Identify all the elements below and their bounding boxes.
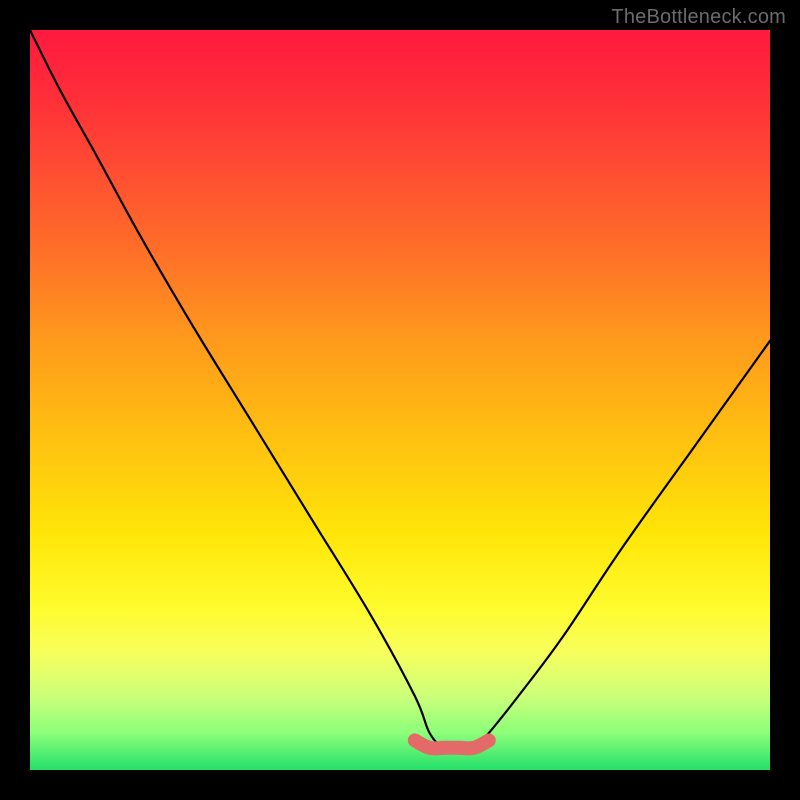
curve-svg xyxy=(30,30,770,770)
watermark-text: TheBottleneck.com xyxy=(611,6,786,29)
bottleneck-curve xyxy=(30,30,770,749)
plot-area xyxy=(30,30,770,770)
chart-frame: TheBottleneck.com xyxy=(0,0,800,800)
highlight-zone xyxy=(415,740,489,748)
